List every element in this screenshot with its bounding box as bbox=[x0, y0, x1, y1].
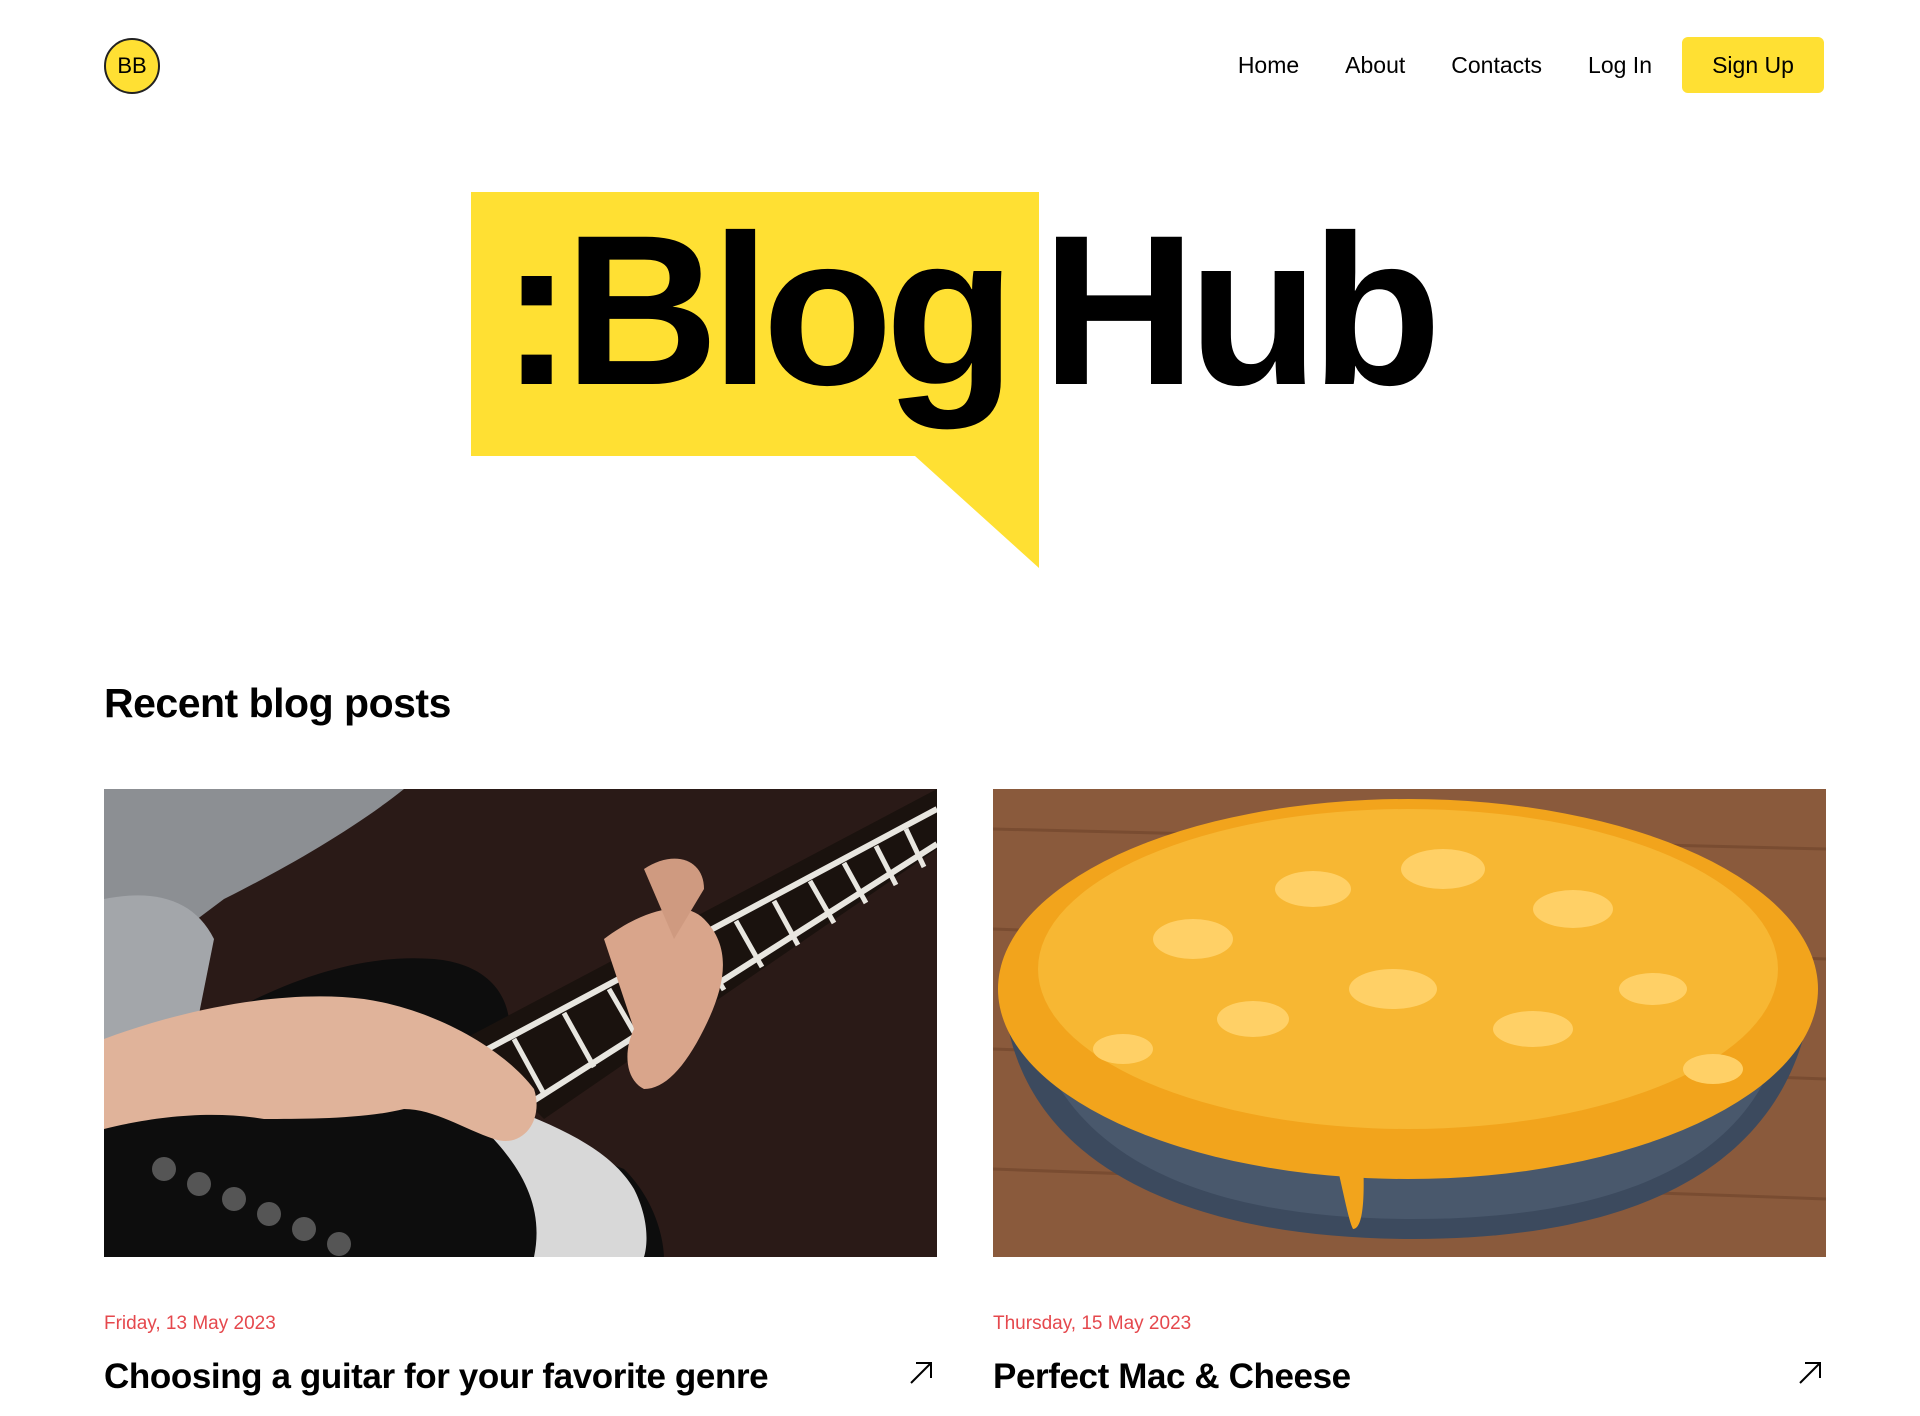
post-title[interactable]: Perfect Mac & Cheese bbox=[993, 1357, 1351, 1397]
guitar-photo bbox=[104, 789, 937, 1257]
bloghub-logo: :Blog Hub bbox=[471, 192, 1461, 568]
logo-wordmark: :Blog Hub bbox=[501, 204, 1442, 418]
logo-part-blog: :Blog bbox=[501, 191, 1016, 430]
logo-part-hub: Hub bbox=[1041, 191, 1442, 430]
post-title-row: Choosing a guitar for your favorite genr… bbox=[104, 1357, 937, 1397]
post-image-mac-cheese[interactable] bbox=[993, 789, 1826, 1257]
section-title: Recent blog posts bbox=[104, 680, 451, 726]
post-title-row: Perfect Mac & Cheese bbox=[993, 1357, 1826, 1397]
post-card[interactable]: Friday, 13 May 2023 Choosing a guitar fo… bbox=[104, 789, 937, 1397]
arrow-up-right-icon[interactable] bbox=[1796, 1359, 1824, 1387]
nav-login-link[interactable]: Log In bbox=[1588, 52, 1652, 79]
mac-cheese-photo bbox=[993, 789, 1826, 1257]
post-card[interactable]: Thursday, 15 May 2023 Perfect Mac & Chee… bbox=[993, 789, 1826, 1397]
nav-home-link[interactable]: Home bbox=[1238, 52, 1299, 79]
post-date: Friday, 13 May 2023 bbox=[104, 1313, 276, 1334]
main-nav: Home About Contacts Log In Sign Up bbox=[1238, 37, 1824, 93]
nav-contacts-link[interactable]: Contacts bbox=[1451, 52, 1542, 79]
arrow-up-right-icon[interactable] bbox=[907, 1359, 935, 1387]
nav-about-link[interactable]: About bbox=[1345, 52, 1405, 79]
post-title[interactable]: Choosing a guitar for your favorite genr… bbox=[104, 1357, 769, 1397]
post-image-guitar[interactable] bbox=[104, 789, 937, 1257]
avatar[interactable]: BB bbox=[104, 38, 160, 94]
post-date: Thursday, 15 May 2023 bbox=[993, 1313, 1192, 1334]
signup-button[interactable]: Sign Up bbox=[1682, 37, 1824, 93]
